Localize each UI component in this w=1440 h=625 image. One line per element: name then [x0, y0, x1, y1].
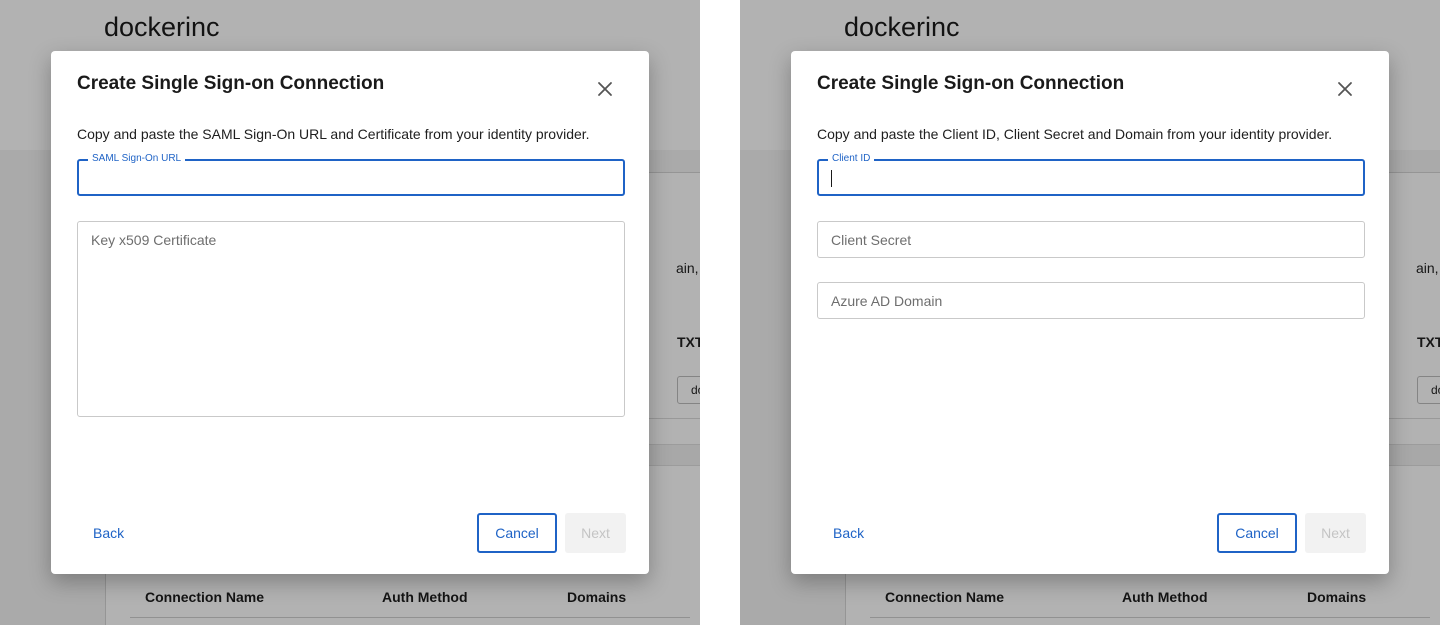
close-button[interactable]: [1331, 75, 1359, 103]
field-label: SAML Sign-On URL: [88, 153, 186, 164]
close-icon: [598, 82, 612, 96]
cancel-button[interactable]: Cancel: [477, 513, 557, 553]
back-button[interactable]: Back: [833, 525, 864, 541]
next-button[interactable]: Next: [1305, 513, 1366, 553]
client-secret-field[interactable]: Client Secret: [817, 221, 1365, 258]
dialog-title: Create Single Sign-on Connection: [817, 73, 1125, 94]
client-id-field[interactable]: Client ID: [817, 153, 1365, 196]
field-placeholder: Client Secret: [831, 232, 912, 248]
dialog-description: Copy and paste the Client ID, Client Sec…: [817, 126, 1333, 142]
x509-certificate-textarea[interactable]: Key x509 Certificate: [77, 221, 625, 417]
close-button[interactable]: [591, 75, 619, 103]
panel-gutter: [700, 0, 740, 625]
text-caret: [831, 170, 832, 187]
sso-connection-dialog: Create Single Sign-on Connection Copy an…: [791, 51, 1389, 574]
cancel-button[interactable]: Cancel: [1217, 513, 1297, 553]
azure-ad-domain-field[interactable]: Azure AD Domain: [817, 282, 1365, 319]
back-button[interactable]: Back: [93, 525, 124, 541]
next-button[interactable]: Next: [565, 513, 626, 553]
sso-connection-dialog: Create Single Sign-on Connection Copy an…: [51, 51, 649, 574]
close-icon: [1338, 82, 1352, 96]
field-label: Client ID: [828, 153, 875, 164]
field-placeholder: Key x509 Certificate: [91, 232, 217, 248]
azure-screen: dockerinc ain, add TXT do Connection Nam…: [740, 0, 1440, 625]
dialog-title: Create Single Sign-on Connection: [77, 73, 385, 94]
saml-screen: dockerinc ain, add TXT do Connection Nam…: [0, 0, 700, 625]
saml-sign-on-url-field[interactable]: SAML Sign-On URL: [77, 153, 625, 196]
field-placeholder: Azure AD Domain: [831, 293, 943, 309]
dialog-description: Copy and paste the SAML Sign-On URL and …: [77, 126, 590, 142]
